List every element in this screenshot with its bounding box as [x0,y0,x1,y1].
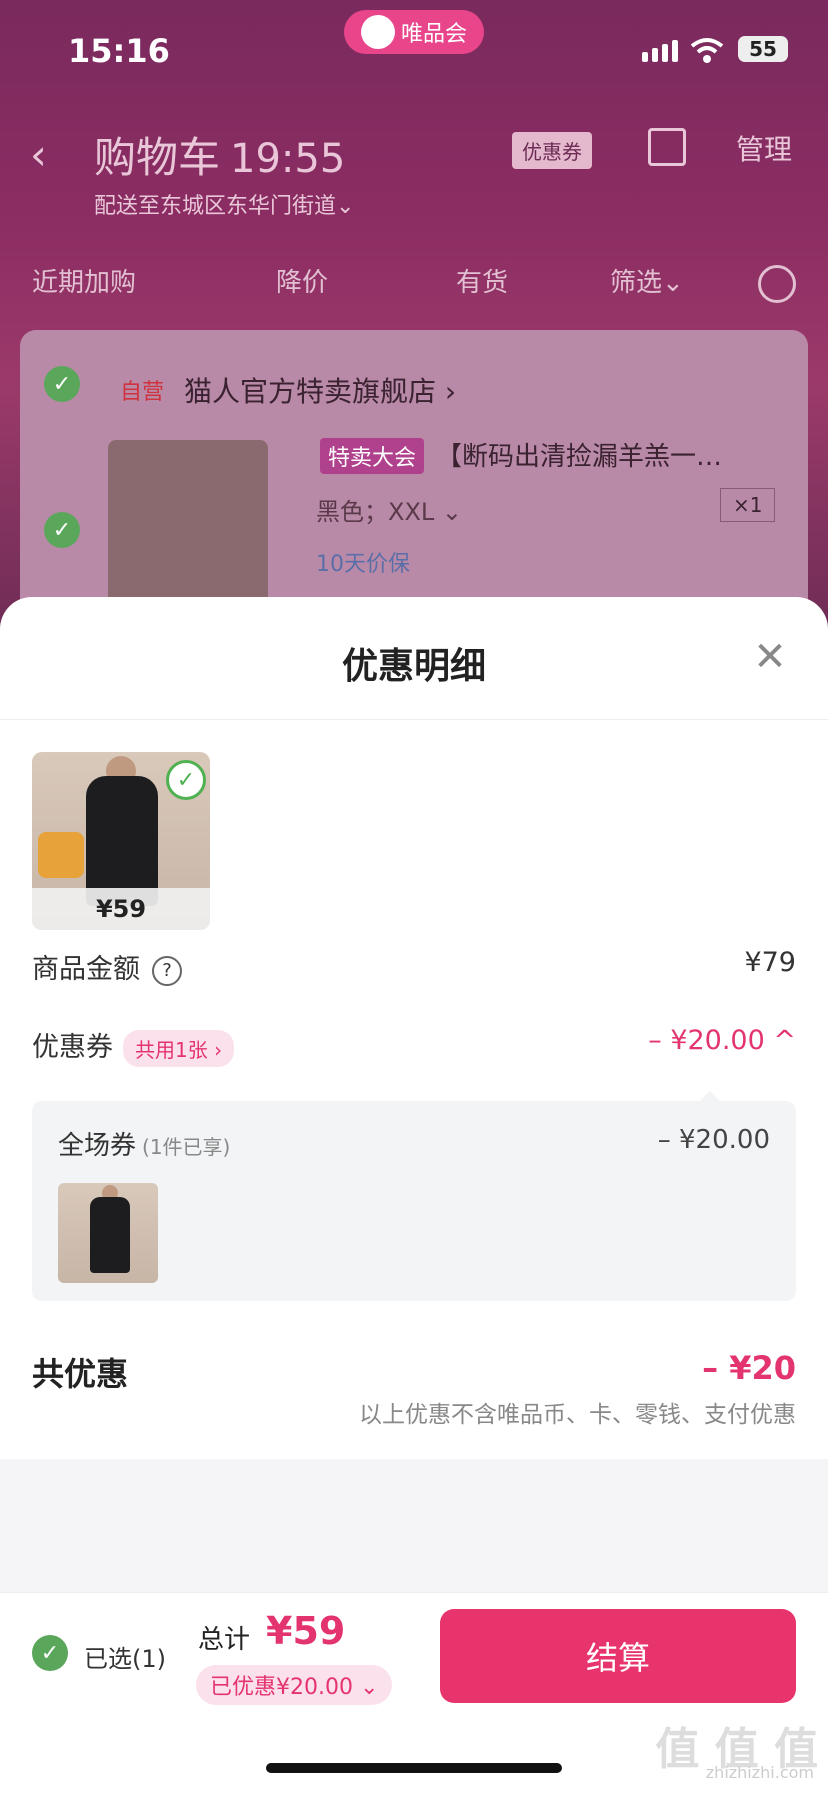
price-guarantee: 10天价保 [316,552,410,577]
discount-note: 以上优惠不含唯品币、卡、零钱、支付优惠 [359,1402,796,1428]
store-check-icon[interactable]: ✓ [44,366,80,402]
item-thumbnail[interactable] [108,440,268,610]
wifi-icon [690,38,724,63]
home-indicator[interactable] [266,1763,562,1773]
watermark-url: zhizhizhi.com [705,1763,814,1782]
item-qty[interactable]: ×1 [720,488,776,522]
sale-tag: 特卖大会 [320,438,425,474]
total-label: 总计 [198,1625,251,1655]
coupon-type-sub: (1件已享) [142,1135,231,1159]
coupon-tag[interactable]: 优惠券 [512,132,592,169]
coupon-row[interactable]: 优惠券 共用1张 › – ¥20.00 ^ [32,1025,796,1067]
selected-count: 已选(1) [84,1645,166,1673]
page-title: 购物车 19:55 [94,124,345,185]
store-card: ✓ 自营 猫人官方特卖旗舰店 › ✓ 特卖大会 【断码出清捡漏羊羔一… 黑色；X… [20,330,808,630]
saved-pill[interactable]: 已优惠¥20.00 ⌄ [196,1665,393,1705]
coupon-item-thumbnail [58,1183,158,1283]
filter-in-stock[interactable]: 有货 [456,262,508,299]
self-run-badge: 自营 [120,380,165,405]
status-bar: 15:16 唯品会 55 [0,0,828,100]
filter-price-drop[interactable]: 降价 [276,262,328,299]
coupon-amount[interactable]: – ¥20.00 ^ [648,1025,796,1056]
sheep-badge-icon [38,832,84,878]
filter-more[interactable]: 筛选⌄ [610,262,684,299]
help-icon[interactable]: ? [152,955,182,986]
battery-icon: 55 [738,36,788,62]
total-amount: ¥59 [266,1609,346,1653]
countdown: 19:55 [230,136,346,182]
sheet-title: 优惠明细 [341,646,486,687]
app-pill[interactable]: 唯品会 [344,10,484,54]
app-pill-label: 唯品会 [400,22,467,47]
goods-amount-row: 商品金额? ¥79 [32,947,796,986]
status-time: 15:16 [68,32,170,70]
filter-recent[interactable]: 近期加购 [32,262,136,299]
close-icon[interactable]: ✕ [752,637,788,677]
thermal-shirt [90,1197,130,1273]
delivery-address[interactable]: 配送至东城区东华门街道⌄ [94,188,354,220]
product-price: ¥59 [32,888,210,930]
page-title-text: 购物车 [94,133,221,182]
coupon-label: 优惠券 [32,1032,113,1063]
coupon-detail-panel: 全场券 (1件已享) – ¥20.00 [32,1101,796,1301]
manage-button[interactable]: 管理 [736,128,792,168]
panel-notch [700,1091,720,1101]
filter-bar: 近期加购 降价 有货 筛选⌄ [0,262,828,322]
store-name[interactable]: 猫人官方特卖旗舰店 › [184,370,456,410]
total-discount-amount: – ¥20 [702,1349,796,1387]
coupon-type-amount: – ¥20.00 [657,1125,770,1155]
thermal-shirt [86,776,158,906]
goods-amount-label: 商品金额 [32,954,140,985]
item-check-icon[interactable]: ✓ [44,512,80,548]
product-thumbnail[interactable]: ✓ ¥59 [32,752,210,930]
checkout-button[interactable]: 结算 [440,1609,796,1703]
total-discount-label: 共优惠 [32,1355,129,1393]
checkout-bar: ✓ 已选(1) 总计 ¥59 已优惠¥20.00 ⌄ 结算 值 值 值 zhiz… [0,1592,828,1793]
goods-amount: ¥79 [744,947,796,978]
coupon-share-pill[interactable]: 共用1张 › [123,1030,235,1067]
item-spec[interactable]: 黑色；XXL ⌄ [316,492,462,527]
search-icon[interactable] [758,265,796,303]
check-icon: ✓ [166,760,206,800]
coupon-type-label: 全场券 [58,1131,137,1161]
divider [0,719,828,720]
select-all-check-icon[interactable]: ✓ [32,1635,68,1671]
share-icon[interactable] [648,128,686,166]
cart-header: ‹ 购物车 19:55 优惠券 管理 配送至东城区东华门街道⌄ [0,110,828,230]
item-title[interactable]: 【断码出清捡漏羊羔一… [436,436,796,473]
signal-icon [642,40,678,62]
coupon-type: 全场券 (1件已享) [58,1125,230,1162]
back-button[interactable]: ‹ [30,130,47,179]
mascot-icon [360,15,395,49]
